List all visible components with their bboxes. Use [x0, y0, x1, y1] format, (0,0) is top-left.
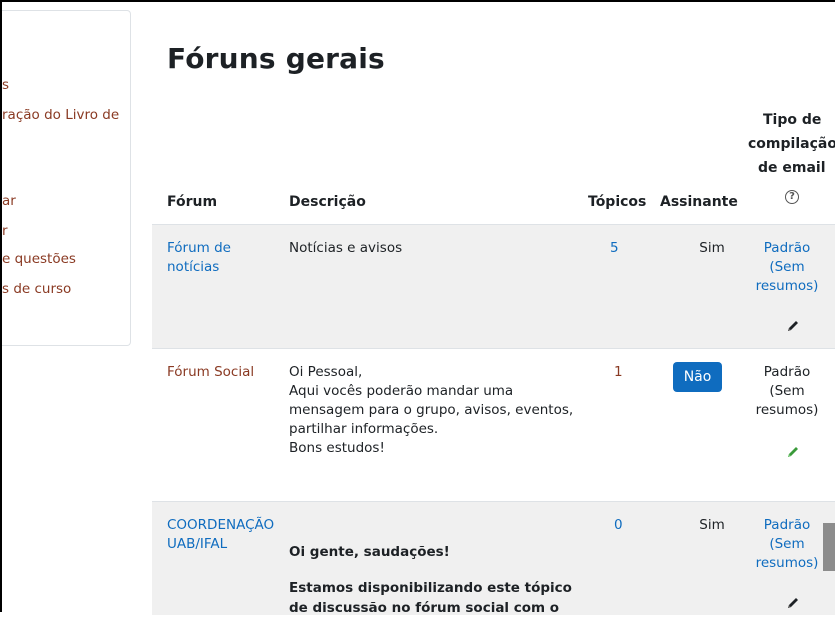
header-topicos: Tópicos — [588, 194, 647, 210]
topic-count[interactable]: 5 — [610, 239, 619, 258]
forum-link-social[interactable]: Fórum Social — [167, 363, 254, 382]
subscribe-toggle-button[interactable]: Não — [673, 362, 722, 392]
digest-type-text: Padrão (Sem resumos) — [755, 364, 819, 418]
pencil-icon[interactable] — [786, 596, 800, 610]
sidebar-item-2[interactable]: ração do Livro de — [2, 107, 119, 123]
subscription-status: Sim — [699, 240, 725, 256]
sidebar-item-3[interactable]: ar — [2, 193, 16, 209]
subscription-status: Sim — [699, 517, 725, 533]
sidebar-item-1[interactable]: s — [2, 77, 9, 93]
header-tipo-line2: compilação — [748, 136, 835, 152]
scrollbar-thumb[interactable] — [823, 523, 835, 571]
table-row: Fórum Social Oi Pessoal, Aqui vocês pode… — [152, 348, 835, 502]
header-tipo-line3: de email — [758, 160, 826, 176]
topic-count[interactable]: 1 — [614, 363, 623, 382]
header-descricao: Descrição — [289, 194, 366, 210]
forum-description: Oi gente, saudações! Estamos disponibili… — [289, 544, 572, 616]
page-title: Fóruns gerais — [167, 42, 385, 75]
table-row: COORDENAÇÃO UAB/IFAL Oi gente, saudações… — [152, 501, 835, 616]
forum-description: Oi Pessoal, Aqui vocês poderão mandar um… — [289, 364, 574, 456]
forum-link-noticias[interactable]: Fórum de notícias — [167, 239, 231, 277]
sidebar-item-5[interactable]: e questões — [2, 251, 76, 267]
header-forum: Fórum — [167, 194, 218, 210]
header-tipo-line1: Tipo de — [763, 112, 822, 128]
forum-link-coordenacao[interactable]: COORDENAÇÃO UAB/IFAL — [167, 516, 274, 554]
topic-count[interactable]: 0 — [614, 516, 623, 535]
header-assinante: Assinante — [660, 194, 738, 210]
pencil-icon[interactable] — [786, 445, 800, 459]
help-icon[interactable]: ? — [785, 190, 799, 204]
pencil-icon[interactable] — [786, 319, 800, 333]
digest-type-link[interactable]: Padrão (Sem resumos) — [747, 239, 827, 296]
sidebar-item-6[interactable]: s de curso — [2, 281, 71, 297]
digest-type-link[interactable]: Padrão (Sem resumos) — [747, 516, 827, 573]
sidebar-block: s ração do Livro de ar r e questões s de… — [2, 10, 131, 346]
forum-description: Notícias e avisos — [289, 240, 403, 256]
sidebar-item-4[interactable]: r — [2, 223, 8, 239]
table-row: Fórum de notícias Notícias e avisos 5 Si… — [152, 224, 835, 349]
